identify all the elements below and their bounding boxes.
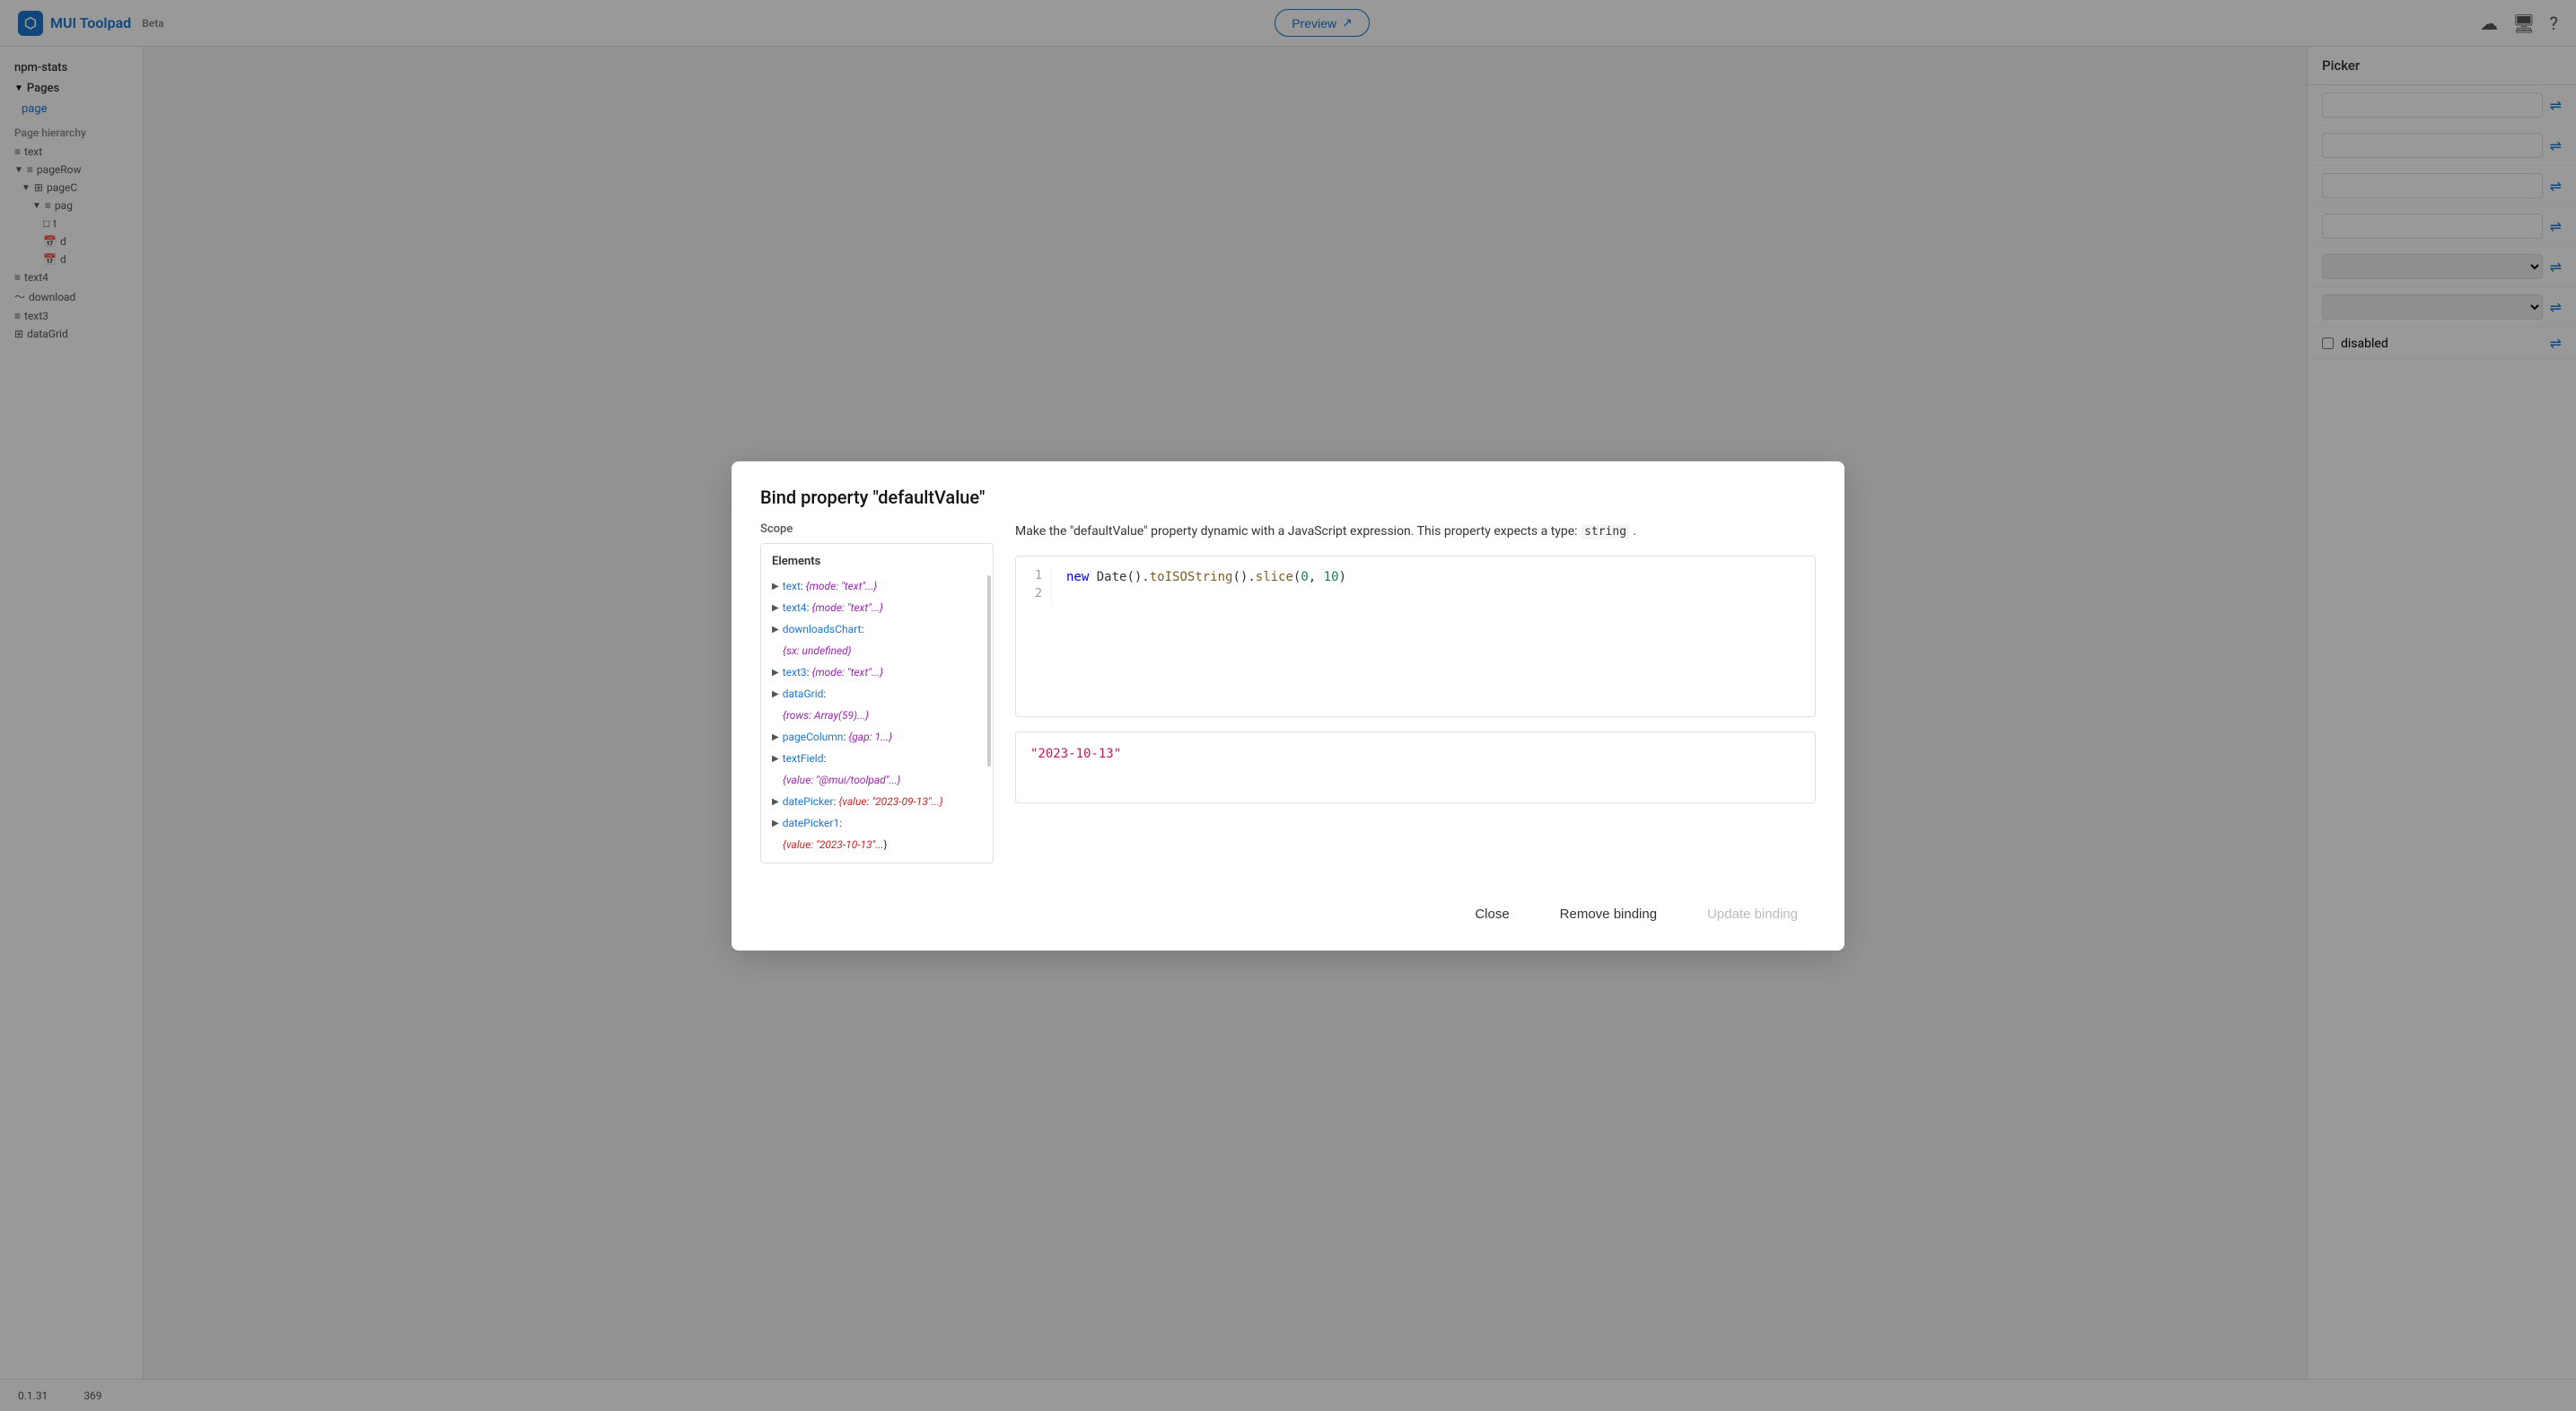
output-area: "2023-10-13" — [1015, 732, 1816, 803]
line-num-2: 2 — [1025, 585, 1042, 604]
arrow-icon3: ▶ — [772, 623, 779, 636]
update-binding-button: Update binding — [1689, 899, 1816, 929]
elements-title: Elements — [761, 551, 993, 575]
description-prefix: Make the "defaultValue" property dynamic… — [1015, 524, 1578, 539]
modal-overlay: Bind property "defaultValue" Scope Eleme… — [0, 0, 2576, 1411]
scope-item-pagecolumn[interactable]: ▶ pageColumn: {gap: 1...} — [761, 726, 993, 748]
modal-header: Bind property "defaultValue" — [732, 461, 1844, 522]
line-numbers: 1 2 — [1016, 567, 1052, 608]
scope-item-datagrid[interactable]: ▶ dataGrid: — [761, 683, 993, 705]
scope-elements: Elements ▶ text: {mode: "text"...} ▶ tex… — [760, 543, 994, 863]
editor-description: Make the "defaultValue" property dynamic… — [1015, 522, 1816, 541]
arrow-icon6: ▶ — [772, 731, 779, 744]
code-editor-inner: 1 2 new Date().toISOString().slice(0, 10… — [1016, 557, 1815, 618]
scope-item-value-toolpad[interactable]: {value: "@mui/toolpad"...} — [761, 769, 993, 791]
arrow-icon4: ▶ — [772, 666, 779, 679]
scope-item-downloadschart[interactable]: ▶ downloadsChart: — [761, 618, 993, 640]
modal: Bind property "defaultValue" Scope Eleme… — [732, 461, 1844, 951]
code-line-1: new Date().toISOString().slice(0, 10) — [1066, 567, 1801, 587]
scope-item-text3[interactable]: ▶ text3: {mode: "text"...} — [761, 662, 993, 683]
arrow-icon7: ▶ — [772, 752, 779, 766]
scope-item-textfield[interactable]: ▶ textField: — [761, 748, 993, 769]
editor-panel: Make the "defaultValue" property dynamic… — [1015, 522, 1816, 863]
scope-item-value-date[interactable]: {value: "2023-10-13"...} — [761, 834, 993, 855]
scope-label: Scope — [760, 522, 994, 536]
modal-body: Scope Elements ▶ text: {mode: "text"...}… — [732, 522, 1844, 885]
scope-item-datepicker1[interactable]: ▶ datePicker1: — [761, 812, 993, 834]
scope-item-rows[interactable]: {rows: Array(59)...} — [761, 705, 993, 726]
description-suffix: . — [1634, 524, 1637, 539]
modal-footer: Close Remove binding Update binding — [732, 885, 1844, 951]
arrow-icon2: ▶ — [772, 601, 779, 615]
arrow-icon: ▶ — [772, 580, 779, 593]
scope-item-sx[interactable]: {sx: undefined} — [761, 640, 993, 662]
type-hint: string — [1581, 524, 1630, 539]
code-editor[interactable]: 1 2 new Date().toISOString().slice(0, 10… — [1015, 556, 1816, 717]
arrow-icon8: ▶ — [772, 795, 779, 809]
arrow-icon9: ▶ — [772, 817, 779, 830]
remove-binding-button[interactable]: Remove binding — [1542, 899, 1675, 929]
scope-item-datepicker[interactable]: ▶ datePicker: {value: "2023-09-13"...} — [761, 791, 993, 812]
scope-scrollbar[interactable] — [987, 575, 991, 767]
output-value: "2023-10-13" — [1030, 747, 1121, 761]
close-button[interactable]: Close — [1457, 899, 1527, 929]
scope-item-text4[interactable]: ▶ text4: {mode: "text"...} — [761, 597, 993, 618]
modal-title: Bind property "defaultValue" — [760, 486, 1816, 508]
scope-item-text[interactable]: ▶ text: {mode: "text"...} — [761, 575, 993, 597]
code-content: new Date().toISOString().slice(0, 10) — [1052, 567, 1815, 608]
arrow-icon5: ▶ — [772, 688, 779, 701]
line-num-1: 1 — [1025, 567, 1042, 586]
scope-panel: Scope Elements ▶ text: {mode: "text"...}… — [760, 522, 994, 863]
code-line-2 — [1066, 587, 1801, 607]
